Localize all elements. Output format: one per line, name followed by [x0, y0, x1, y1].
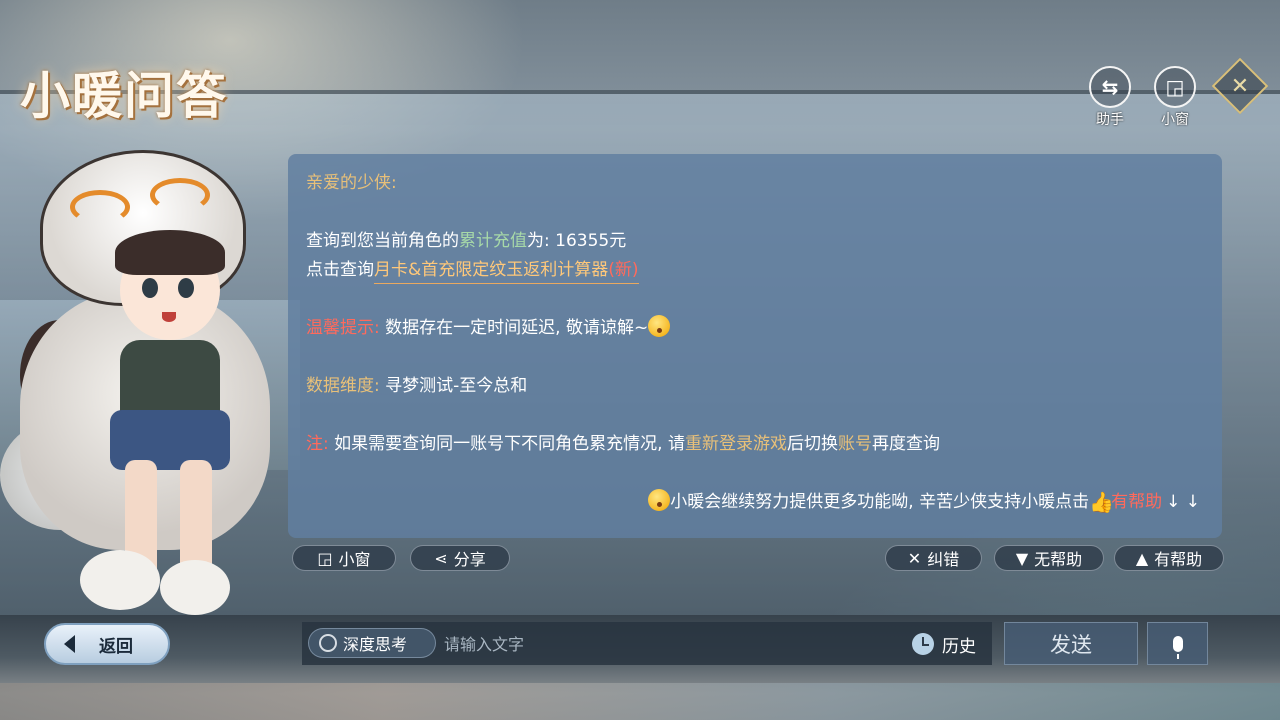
assistant-label: 助手: [1096, 112, 1124, 128]
assistant-button[interactable]: ⇆ 助手: [1088, 66, 1132, 129]
mic-icon: [1172, 635, 1183, 659]
correct-button[interactable]: ✕ 纠错: [885, 545, 982, 571]
dimension-line: 数据维度: 寻梦测试-至今总和: [306, 376, 528, 396]
mini-window-icon: ◲: [317, 548, 333, 568]
send-button[interactable]: 发送: [1004, 622, 1138, 665]
recharge-highlight: 累计充值: [459, 231, 527, 251]
swap-icon: ⇆: [1089, 66, 1131, 108]
note-line: 注: 如果需要查询同一账号下不同角色累充情况, 请重新登录游戏后切换账号再度查询: [306, 434, 940, 454]
background-bottom-strip: [0, 683, 1280, 720]
voice-button[interactable]: [1147, 622, 1208, 665]
helpful-button[interactable]: ▲ 有帮助: [1114, 545, 1224, 571]
tip-label: 温馨提示:: [306, 318, 380, 338]
calculator-link[interactable]: 月卡&首充限定纹玉返利计算器(新): [374, 260, 639, 284]
footer-line: 小暖会继续努力提供更多功能呦, 辛苦少侠支持小暖点击👍有帮助 ↓ ↓: [648, 487, 1200, 514]
character-illustration: [0, 150, 300, 675]
input-bar: 深度思考 历史: [302, 622, 992, 665]
shush-emoji-icon: [648, 489, 671, 511]
history-button[interactable]: 历史: [912, 630, 976, 658]
note-label: 注:: [306, 434, 329, 454]
new-tag: (新): [608, 260, 639, 280]
recharge-query-line: 查询到您当前角色的累计充值为: 16355元: [306, 231, 627, 251]
dimension-label: 数据维度:: [306, 376, 380, 396]
mini-window-action-button[interactable]: ◲ 小窗: [292, 545, 396, 571]
mini-window-icon: ◲: [1154, 66, 1196, 108]
close-icon: ✕: [1230, 73, 1250, 99]
back-button[interactable]: 返回: [44, 623, 170, 665]
not-helpful-button[interactable]: ▼ 无帮助: [994, 545, 1104, 571]
message-input[interactable]: [442, 628, 886, 660]
x-icon: ✕: [907, 548, 922, 568]
tip-line: 温馨提示: 数据存在一定时间延迟, 敬请谅解~: [306, 313, 671, 338]
thumbs-up-icon: ▲: [1135, 548, 1149, 568]
share-icon: ⋖: [434, 548, 448, 568]
deep-think-toggle[interactable]: 深度思考: [308, 628, 436, 658]
calculator-line: 点击查询月卡&首充限定纹玉返利计算器(新): [306, 255, 639, 284]
thumbs-down-icon: ▼: [1015, 548, 1029, 568]
mini-window-label: 小窗: [1161, 112, 1189, 128]
thumbs-up-emoji-icon: 👍: [1089, 490, 1114, 514]
shush-emoji-icon: [648, 315, 671, 337]
radio-circle-icon: [319, 634, 337, 652]
back-arrow-icon: [64, 635, 75, 653]
greeting: 亲爱的少侠:: [306, 173, 397, 193]
share-button[interactable]: ⋖ 分享: [410, 545, 510, 571]
clock-icon: [912, 633, 934, 655]
mini-window-button[interactable]: ◲ 小窗: [1153, 66, 1197, 129]
answer-panel: 亲爱的少侠: 查询到您当前角色的累计充值为: 16355元 点击查询月卡&首充限…: [288, 154, 1222, 538]
page-title: 小暖问答: [20, 66, 228, 125]
